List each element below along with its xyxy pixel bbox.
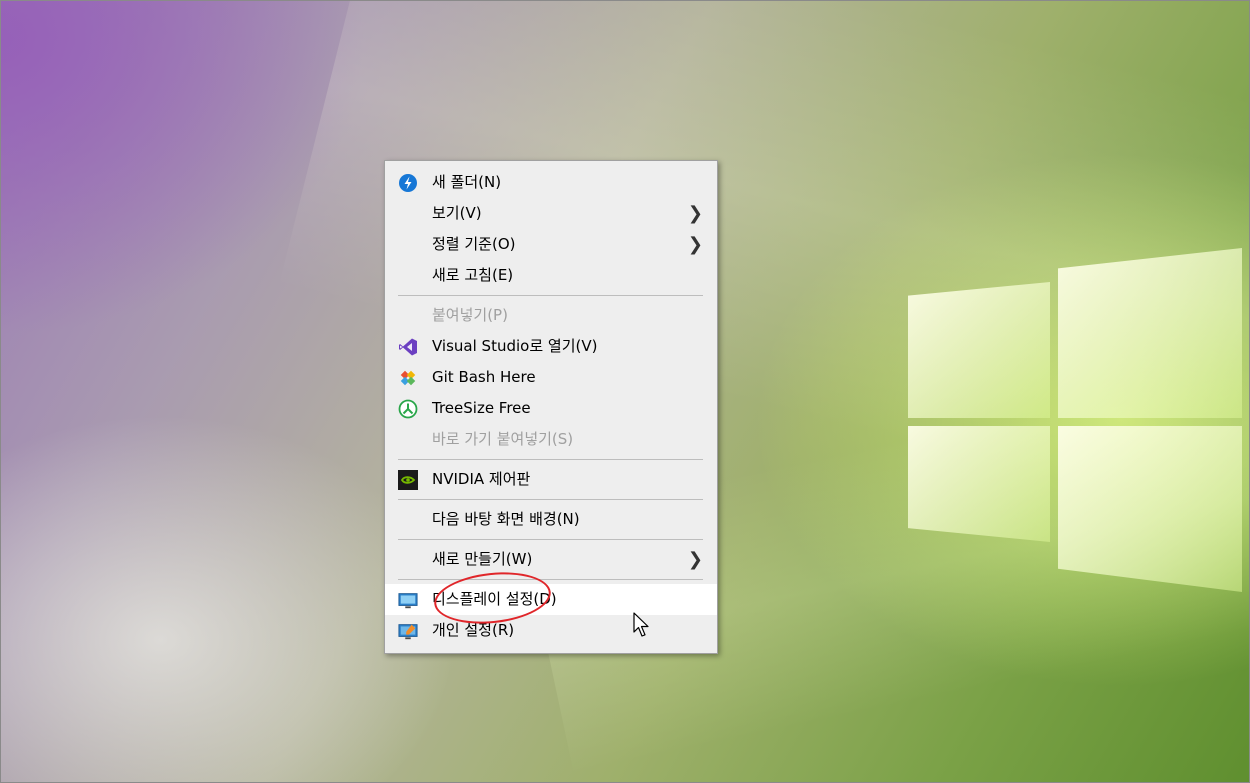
menu-separator bbox=[398, 459, 703, 460]
windows-logo-pane bbox=[908, 282, 1050, 418]
menu-separator bbox=[398, 539, 703, 540]
menu-item-label: TreeSize Free bbox=[432, 399, 531, 417]
nvidia-icon bbox=[398, 470, 418, 490]
menu-item-label: 보기(V) bbox=[432, 204, 482, 222]
menu-item-label: NVIDIA 제어판 bbox=[432, 470, 531, 488]
menu-separator bbox=[398, 579, 703, 580]
menu-item-label: 바로 가기 붙여넣기(S) bbox=[432, 430, 574, 448]
menu-item-label: Visual Studio로 열기(V) bbox=[432, 337, 598, 355]
chevron-right-icon: ❯ bbox=[687, 549, 703, 570]
display-settings-icon bbox=[398, 590, 418, 610]
windows-logo-pane bbox=[908, 426, 1050, 542]
git-bash-icon bbox=[398, 368, 418, 388]
menu-item-label: 개인 설정(R) bbox=[432, 621, 515, 639]
menu-item-treesize-free[interactable]: TreeSize Free bbox=[385, 393, 717, 424]
menu-item-label: Git Bash Here bbox=[432, 368, 536, 386]
menu-item-label: 새로 만들기(W) bbox=[432, 550, 533, 568]
desktop-context-menu: 새 폴더(N) 보기(V) ❯ 정렬 기준(O) ❯ 새로 고침(E) 붙여넣기… bbox=[384, 160, 718, 654]
menu-item-next-desktop-background[interactable]: 다음 바탕 화면 배경(N) bbox=[385, 504, 717, 535]
menu-item-sort-by[interactable]: 정렬 기준(O) ❯ bbox=[385, 229, 717, 260]
treesize-icon bbox=[398, 399, 418, 419]
menu-separator bbox=[398, 295, 703, 296]
windows-logo-pane bbox=[1058, 248, 1242, 418]
menu-item-refresh[interactable]: 새로 고침(E) bbox=[385, 260, 717, 291]
menu-item-display-settings[interactable]: 디스플레이 설정(D) bbox=[385, 584, 717, 615]
menu-item-new[interactable]: 새로 만들기(W) ❯ bbox=[385, 544, 717, 575]
menu-item-view[interactable]: 보기(V) ❯ bbox=[385, 198, 717, 229]
personalize-icon bbox=[398, 621, 418, 641]
menu-separator bbox=[398, 499, 703, 500]
menu-item-new-folder[interactable]: 새 폴더(N) bbox=[385, 167, 717, 198]
menu-item-open-visual-studio[interactable]: Visual Studio로 열기(V) bbox=[385, 331, 717, 362]
menu-item-label: 정렬 기준(O) bbox=[432, 235, 516, 253]
menu-item-label: 디스플레이 설정(D) bbox=[432, 590, 557, 608]
menu-item-label: 새 폴더(N) bbox=[432, 173, 502, 191]
mouse-cursor-icon bbox=[633, 612, 649, 637]
menu-item-label: 붙여넣기(P) bbox=[432, 306, 508, 324]
menu-item-label: 다음 바탕 화면 배경(N) bbox=[432, 510, 580, 528]
new-folder-icon bbox=[398, 173, 418, 193]
menu-item-git-bash-here[interactable]: Git Bash Here bbox=[385, 362, 717, 393]
menu-item-label: 새로 고침(E) bbox=[432, 266, 514, 284]
chevron-right-icon: ❯ bbox=[687, 234, 703, 255]
menu-item-paste-shortcut: 바로 가기 붙여넣기(S) bbox=[385, 424, 717, 455]
menu-item-personalize[interactable]: 개인 설정(R) bbox=[385, 615, 717, 646]
windows-logo-pane bbox=[1058, 426, 1242, 592]
visual-studio-icon bbox=[398, 337, 418, 357]
chevron-right-icon: ❯ bbox=[687, 203, 703, 224]
menu-item-nvidia-control-panel[interactable]: NVIDIA 제어판 bbox=[385, 464, 717, 495]
menu-item-paste: 붙여넣기(P) bbox=[385, 300, 717, 331]
